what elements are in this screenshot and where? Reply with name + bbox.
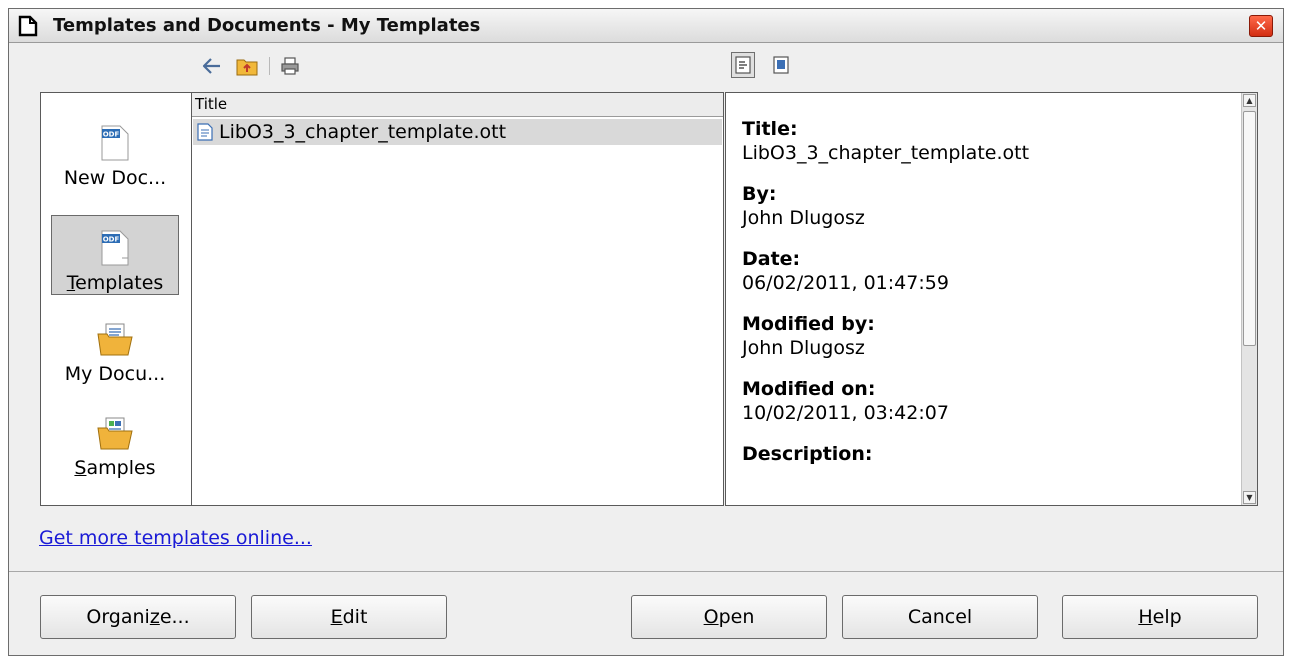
properties-content: Title: LibO3_3_chapter_template.ott By: … — [742, 117, 1232, 483]
close-icon: ✕ — [1254, 16, 1268, 35]
window-document-icon — [18, 15, 38, 37]
category-panel: ODF New Doc... ODF Templates My Docu... … — [40, 92, 191, 506]
properties-scrollbar[interactable]: ▲ ▼ — [1241, 93, 1257, 505]
samples-folder-icon — [95, 415, 135, 451]
preview-document-icon — [773, 56, 789, 74]
cancel-button[interactable]: Cancel — [842, 595, 1038, 639]
open-button[interactable]: Open — [631, 595, 827, 639]
window-title: Templates and Documents - My Templates — [53, 15, 481, 36]
odf-template-icon: ODF — [95, 230, 135, 266]
category-samples[interactable]: Samples — [51, 399, 179, 479]
scroll-down-icon[interactable]: ▼ — [1243, 491, 1256, 504]
up-folder-button[interactable] — [233, 53, 261, 79]
preview-properties-icon — [735, 56, 751, 74]
button-label: Cancel — [907, 606, 973, 628]
button-label: Open — [703, 606, 755, 628]
list-item-name: LibO3_3_chapter_template.ott — [219, 121, 507, 143]
preview-properties-button[interactable] — [731, 52, 755, 78]
properties-panel: Title: LibO3_3_chapter_template.ott By: … — [725, 92, 1258, 506]
property-title: Title: LibO3_3_chapter_template.ott — [742, 118, 1030, 164]
preview-document-button[interactable] — [769, 52, 793, 78]
templates-dialog: Templates and Documents - My Templates ✕ — [8, 8, 1284, 656]
property-modified-on: Modified on: 10/02/2011, 03:42:07 — [742, 378, 949, 424]
category-label: Samples — [74, 457, 156, 479]
property-date: Date: 06/02/2011, 01:47:59 — [742, 248, 949, 294]
documents-folder-icon — [95, 321, 135, 357]
category-label: New Doc... — [63, 167, 167, 189]
toolbar-separator — [269, 57, 270, 75]
back-button[interactable] — [199, 53, 225, 79]
divider — [9, 571, 1283, 572]
button-label: Edit — [330, 606, 368, 628]
back-arrow-icon — [202, 58, 220, 74]
column-header-title[interactable]: Title — [192, 93, 723, 117]
odf-document-icon: ODF — [95, 125, 135, 161]
scroll-up-icon[interactable]: ▲ — [1243, 94, 1256, 107]
template-list[interactable]: Title LibO3_3_chapter_template.ott — [191, 92, 724, 506]
property-modified-by: Modified by: John Dlugosz — [742, 313, 875, 359]
svg-text:ODF: ODF — [103, 236, 120, 244]
get-more-templates-link[interactable]: Get more templates online... — [39, 527, 312, 549]
category-my-documents[interactable]: My Docu... — [51, 305, 179, 385]
property-description: Description: — [742, 443, 873, 465]
scroll-thumb[interactable] — [1243, 111, 1256, 346]
help-button[interactable]: Help — [1062, 595, 1258, 639]
print-button[interactable] — [277, 53, 303, 79]
close-button[interactable]: ✕ — [1249, 15, 1273, 37]
property-by: By: John Dlugosz — [742, 183, 865, 229]
edit-button[interactable]: Edit — [251, 595, 447, 639]
organize-button[interactable]: Organize... — [40, 595, 236, 639]
button-label: Help — [1138, 606, 1182, 628]
svg-text:ODF: ODF — [103, 131, 120, 139]
category-new-document[interactable]: ODF New Doc... — [51, 109, 179, 189]
category-label: My Docu... — [64, 363, 166, 385]
title-bar[interactable]: Templates and Documents - My Templates ✕ — [9, 9, 1283, 43]
up-folder-icon — [236, 59, 258, 76]
list-item[interactable]: LibO3_3_chapter_template.ott — [193, 119, 722, 145]
category-label: Templates — [66, 272, 164, 294]
print-icon — [281, 57, 299, 75]
button-label: Organize... — [86, 606, 190, 628]
category-templates[interactable]: ODF Templates — [51, 215, 179, 295]
text-document-icon — [197, 123, 213, 141]
